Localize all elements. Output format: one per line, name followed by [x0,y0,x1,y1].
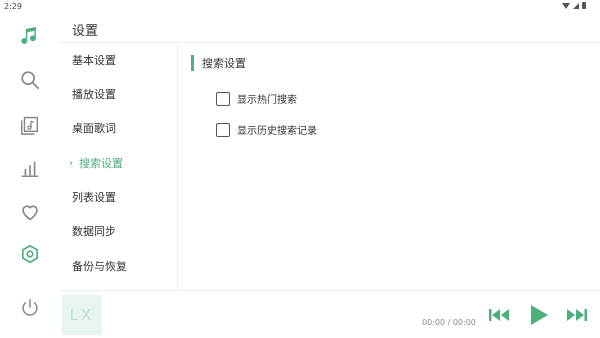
menu-item-backup[interactable]: 备份与恢复 [60,251,178,281]
menu-item-label: 播放设置 [72,88,116,101]
music-note-icon[interactable] [18,24,42,48]
checkbox-label: 显示历史搜索记录 [237,126,317,137]
option-show-hot-search[interactable]: 显示热门搜索 [216,91,297,106]
settings-menu: 基本设置 播放设置 桌面歌词 › 搜索设置 列表设置 数据同步 备份与恢复 [60,43,178,291]
leaderboard-icon[interactable] [18,156,42,180]
signal-icon [573,2,579,9]
menu-item-playback[interactable]: 播放设置 [60,79,178,109]
menu-item-label: 桌面歌词 [72,122,116,135]
section-accent-bar [191,55,194,71]
menu-item-sync[interactable]: 数据同步 [60,216,178,246]
status-bar: 2:29 [0,0,600,14]
section-title: 搜索设置 [202,57,246,70]
menu-item-label: 基本设置 [72,54,116,67]
music-list-icon[interactable] [18,112,42,136]
checkbox-label: 显示热门搜索 [237,95,297,106]
skip-previous-icon[interactable] [488,303,510,327]
menu-item-basic[interactable]: 基本设置 [60,45,178,75]
status-time: 2:29 [4,2,22,11]
search-icon[interactable] [18,68,42,92]
player-bar: LX 00:00 / 00:00 [60,290,600,338]
chevron-right-icon: › [69,157,73,169]
menu-item-label: 搜索设置 [79,157,123,170]
skip-next-icon[interactable] [566,303,588,327]
power-icon[interactable] [18,296,42,320]
option-show-search-history[interactable]: 显示历史搜索记录 [216,122,317,137]
page-title: 设置 [72,24,99,39]
wifi-icon [562,2,570,9]
checkbox[interactable] [216,91,230,106]
menu-item-list[interactable]: 列表设置 [60,182,178,212]
menu-item-label: 备份与恢复 [72,260,127,273]
playback-time: 00:00 / 00:00 [422,318,476,327]
menu-item-label: 列表设置 [72,191,116,204]
settings-icon[interactable] [18,242,42,266]
left-nav [0,14,60,338]
album-cover[interactable]: LX [62,295,102,335]
heart-icon[interactable] [18,200,42,224]
menu-item-desktop-lyrics[interactable]: 桌面歌词 [60,113,178,143]
battery-icon [582,2,586,9]
menu-item-search[interactable]: › 搜索设置 [60,148,178,178]
play-icon[interactable] [528,303,550,327]
checkbox[interactable] [216,122,230,137]
status-icons [562,2,586,9]
menu-item-label: 数据同步 [72,225,116,238]
section-header: 搜索设置 [191,55,246,71]
